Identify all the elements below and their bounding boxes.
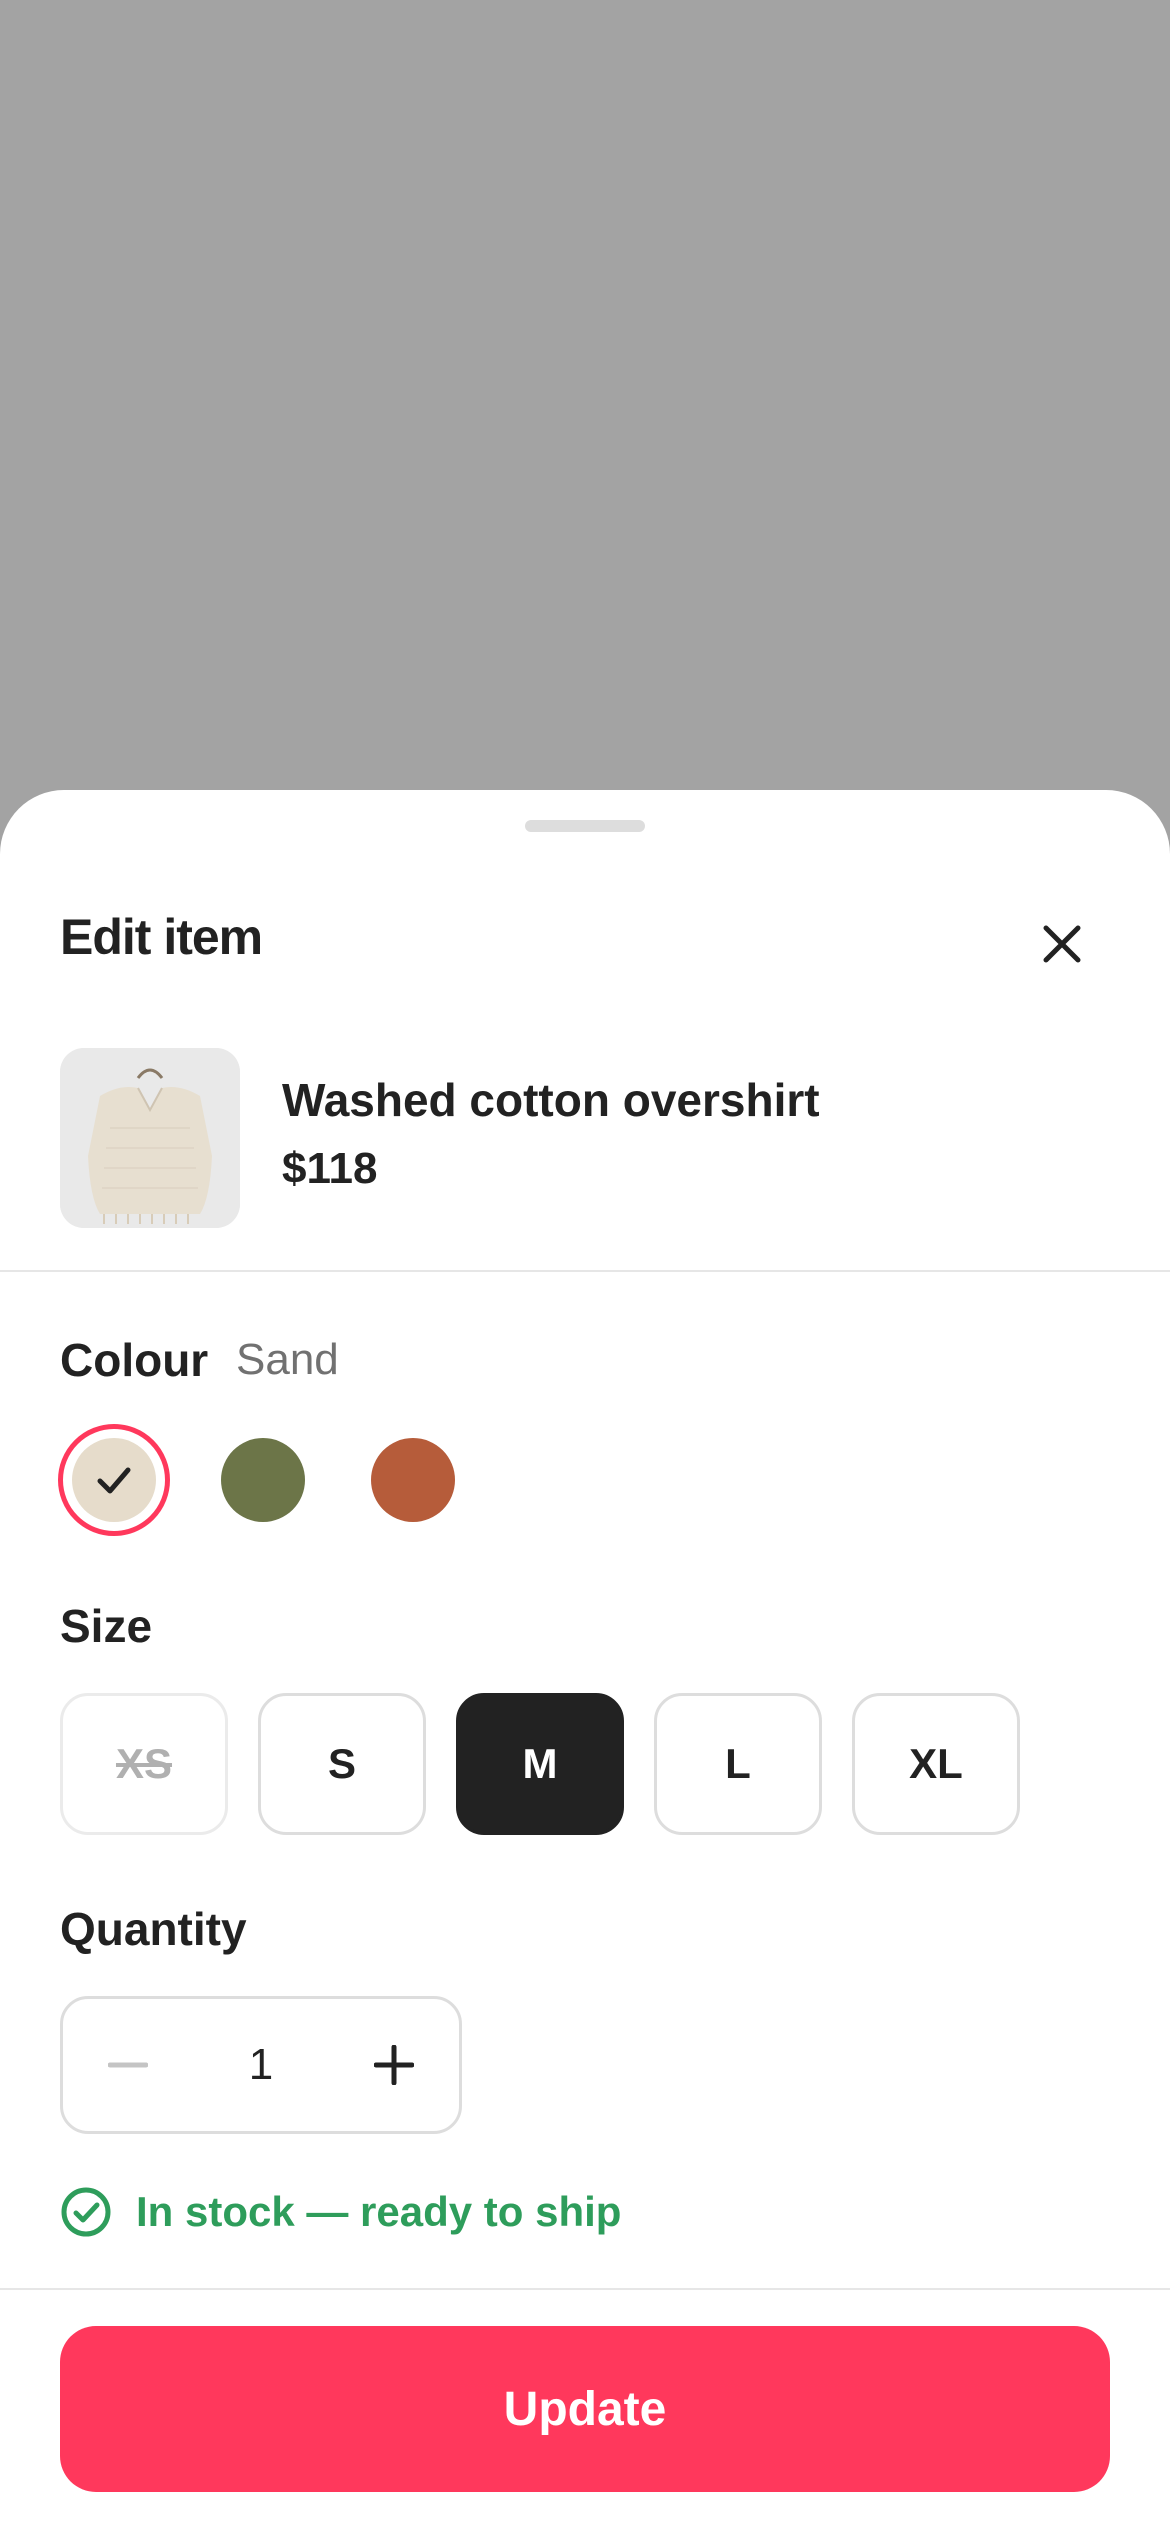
check-circle-icon [61, 2187, 111, 2237]
colour-swatch-olive[interactable] [221, 1438, 305, 1522]
update-button[interactable]: Update [60, 2326, 1110, 2492]
size-option-xl[interactable]: XL [852, 1693, 1020, 1835]
plus-icon [374, 2045, 414, 2085]
size-option-m[interactable]: M [456, 1693, 624, 1835]
quantity-label: Quantity [60, 1903, 247, 1955]
product-price: $118 [282, 1144, 378, 1193]
colour-selected-name: Sand [236, 1335, 339, 1384]
colour-swatch-rust[interactable] [371, 1438, 455, 1522]
close-icon [1043, 925, 1081, 963]
minus-icon [108, 2062, 148, 2068]
product-name: Washed cotton overshirt [282, 1074, 820, 1126]
check-icon [97, 1467, 131, 1494]
colour-swatch-sand[interactable] [72, 1438, 156, 1522]
close-button[interactable] [1020, 902, 1104, 986]
colour-label: Colour [60, 1334, 209, 1386]
footer-divider [0, 2288, 1170, 2290]
divider [0, 1270, 1170, 1272]
stock-status-text: In stock — ready to ship [136, 2188, 622, 2235]
product-image [60, 1048, 240, 1228]
stock-status: In stock — ready to ship [60, 2186, 621, 2238]
quantity-stepper: 1 [60, 1996, 462, 2134]
size-option-l[interactable]: L [654, 1693, 822, 1835]
sheet-grabber-handle[interactable] [525, 820, 645, 832]
sweater-photo-icon [60, 1048, 240, 1228]
edit-item-sheet: Edit item Washed cotton overshirt $118 C… [0, 790, 1170, 2532]
quantity-value: 1 [248, 2040, 274, 2089]
sheet-title: Edit item [60, 909, 263, 965]
size-option-s[interactable]: S [258, 1693, 426, 1835]
check-icon-wrap [72, 1438, 156, 1522]
size-option-xs[interactable]: XS [60, 1693, 228, 1835]
increase-quantity-button[interactable] [329, 1999, 459, 2131]
decrease-quantity-button[interactable] [63, 1999, 193, 2131]
size-label: Size [60, 1600, 153, 1652]
